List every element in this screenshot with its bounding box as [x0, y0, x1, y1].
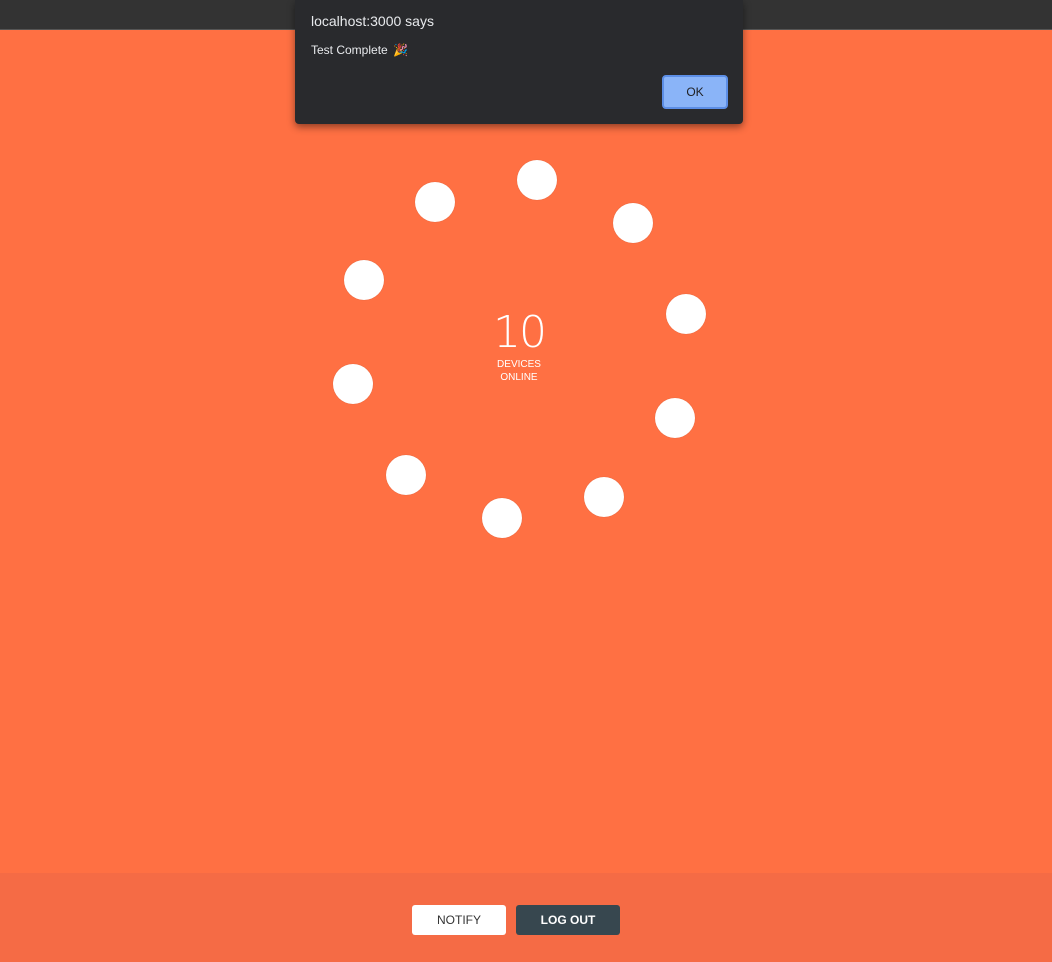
count-label-line2: ONLINE	[500, 372, 538, 383]
ok-button[interactable]: OK	[662, 75, 728, 109]
logout-button[interactable]: LOG OUT	[516, 905, 620, 935]
device-dot[interactable]	[344, 260, 384, 300]
device-count: 10	[493, 307, 547, 358]
count-label-line1: DEVICES	[497, 359, 541, 370]
device-dot[interactable]	[386, 455, 426, 495]
app-page: 10 DEVICES ONLINE NOTIFY LOG OUT localho…	[0, 0, 1052, 962]
devices-online-counter: 10 DEVICES ONLINE	[469, 308, 569, 384]
footer-bar: NOTIFY LOG OUT	[0, 873, 1052, 962]
device-dot[interactable]	[333, 364, 373, 404]
device-dot[interactable]	[613, 203, 653, 243]
party-popper-icon: 🎉	[393, 43, 408, 57]
notify-button[interactable]: NOTIFY	[412, 905, 506, 935]
dialog-message-row: Test Complete 🎉	[311, 43, 408, 57]
dialog-message: Test Complete	[311, 43, 388, 57]
device-ring	[0, 0, 1052, 962]
device-dot[interactable]	[415, 182, 455, 222]
alert-dialog: localhost:3000 says Test Complete 🎉 OK	[295, 0, 743, 124]
device-dot[interactable]	[584, 477, 624, 517]
device-dot[interactable]	[666, 294, 706, 334]
dialog-title: localhost:3000 says	[311, 13, 434, 29]
device-dot[interactable]	[655, 398, 695, 438]
device-dot[interactable]	[482, 498, 522, 538]
device-dot[interactable]	[517, 160, 557, 200]
